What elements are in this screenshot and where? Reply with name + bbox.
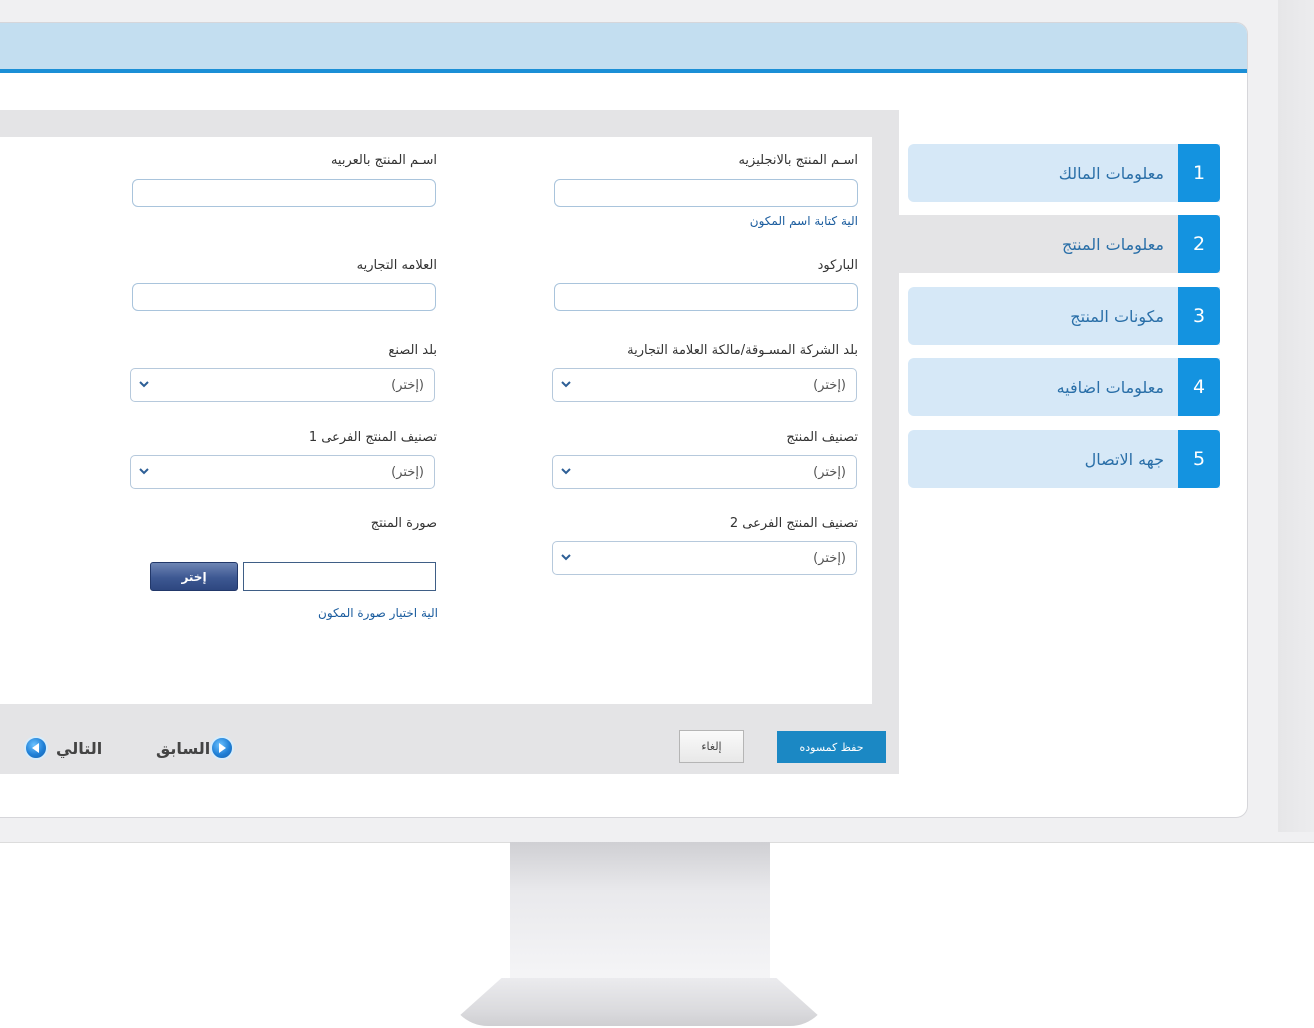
name-en-label: اسـم المنتج بالانجليزيه [738, 153, 858, 168]
name-ar-label: اسـم المنتج بالعربيه [330, 153, 437, 168]
manufacture-country-label: بلد الصنع [388, 343, 437, 358]
step-owner-info[interactable]: 1 معلومات المالك [908, 144, 1220, 202]
arrow-left-circle-icon [24, 736, 48, 760]
choose-image-button[interactable]: إختر [150, 562, 238, 591]
subcategory2-select[interactable]: (إختر) [552, 541, 857, 575]
step-number: 5 [1178, 430, 1220, 488]
name-en-input[interactable] [554, 179, 858, 207]
monitor-stand-neck [510, 842, 770, 982]
step-label: جهه الاتصال [1084, 449, 1164, 469]
name-help-link[interactable]: الية كتابة اسم المكون [750, 214, 858, 228]
chevron-down-icon [561, 554, 571, 561]
monitor-edge [1278, 0, 1314, 832]
select-value: (إختر) [391, 464, 424, 480]
chevron-down-icon [139, 468, 149, 475]
app-header-bar [0, 23, 1247, 73]
step-number: 1 [1178, 144, 1220, 202]
step-number: 2 [1178, 215, 1220, 273]
save-draft-button[interactable]: حفظ كمسوده [777, 731, 886, 763]
step-number: 3 [1178, 287, 1220, 345]
subcategory2-label: تصنيف المنتج الفرعى 2 [729, 516, 858, 531]
marketing-country-select[interactable]: (إختر) [552, 368, 857, 402]
brand-input[interactable] [132, 283, 436, 311]
step-product-info[interactable]: 2 معلومات المنتج [898, 215, 1220, 273]
chevron-down-icon [139, 381, 149, 388]
arrow-right-circle-icon [210, 736, 235, 760]
subcategory1-select[interactable]: (إختر) [130, 455, 435, 489]
monitor-stand-base [448, 978, 830, 1026]
name-ar-input[interactable] [132, 179, 436, 207]
brand-label: العلامه التجاريه [356, 258, 437, 273]
step-label: مكونات المنتج [1070, 306, 1164, 326]
category-select[interactable]: (إختر) [552, 455, 857, 489]
previous-label: السابق [156, 738, 211, 758]
chevron-down-icon [561, 468, 571, 475]
select-value: (إختر) [813, 377, 846, 393]
image-help-link[interactable]: الية اختيار صورة المكون [318, 606, 438, 620]
previous-button[interactable]: السابق [156, 733, 235, 763]
product-image-label: صورة المنتج [370, 516, 437, 531]
step-label: معلومات المنتج [1062, 234, 1164, 254]
select-value: (إختر) [813, 550, 846, 566]
subcategory1-label: تصنيف المنتج الفرعى 1 [308, 430, 437, 445]
step-label: معلومات المالك [1058, 163, 1164, 183]
step-additional-info[interactable]: 4 معلومات اضافيه [908, 358, 1220, 416]
next-label: التالي [56, 738, 103, 758]
barcode-label: الباركود [817, 258, 858, 273]
chevron-down-icon [561, 381, 571, 388]
step-product-components[interactable]: 3 مكونات المنتج [908, 287, 1220, 345]
step-label: معلومات اضافيه [1056, 377, 1164, 397]
marketing-country-label: بلد الشركة المسـوقة/مالكة العلامة التجار… [627, 343, 858, 358]
category-label: تصنيف المنتج [786, 430, 858, 445]
next-button[interactable]: التالي [24, 733, 102, 763]
step-number: 4 [1178, 358, 1220, 416]
select-value: (إختر) [813, 464, 846, 480]
select-value: (إختر) [391, 377, 424, 393]
step-contact[interactable]: 5 جهه الاتصال [908, 430, 1220, 488]
product-image-file-input[interactable] [243, 562, 436, 591]
barcode-input[interactable] [554, 283, 858, 311]
manufacture-country-select[interactable]: (إختر) [130, 368, 435, 402]
cancel-button[interactable]: إلغاء [679, 730, 744, 763]
